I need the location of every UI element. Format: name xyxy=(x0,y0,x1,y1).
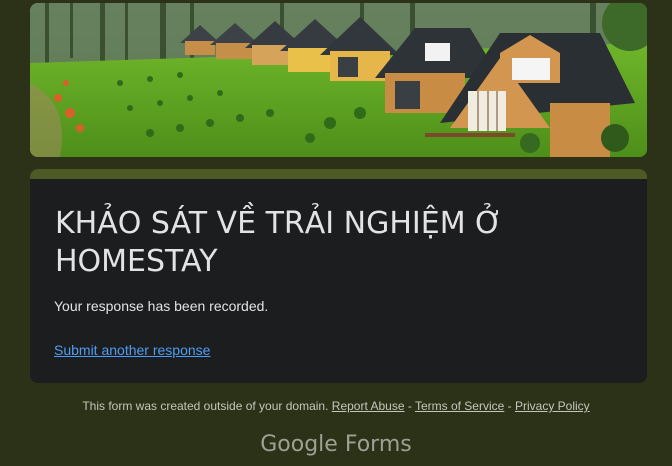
report-abuse-link[interactable]: Report Abuse xyxy=(332,399,405,413)
footer-note-text: This form was created outside of your do… xyxy=(82,399,329,413)
footer-separator: - xyxy=(404,399,415,413)
card-accent-bar xyxy=(30,169,647,179)
privacy-policy-link[interactable]: Privacy Policy xyxy=(515,399,590,413)
confirmation-message: Your response has been recorded. xyxy=(54,298,269,314)
footer-disclaimer: This form was created outside of your do… xyxy=(0,399,672,413)
header-banner-image xyxy=(30,3,647,157)
form-title: KHẢO SÁT VỀ TRẢI NGHIỆM Ở HOMESTAY xyxy=(55,206,503,279)
homestay-photo xyxy=(30,3,647,157)
google-forms-logo[interactable]: Google Forms xyxy=(0,432,672,457)
google-wordmark: Google xyxy=(260,432,338,457)
terms-of-service-link[interactable]: Terms of Service xyxy=(415,399,504,413)
confirmation-card: KHẢO SÁT VỀ TRẢI NGHIỆM Ở HOMESTAY Your … xyxy=(30,169,647,383)
footer-separator: - xyxy=(504,399,515,413)
form-page: KHẢO SÁT VỀ TRẢI NGHIỆM Ở HOMESTAY Your … xyxy=(0,0,672,466)
submit-another-response-link[interactable]: Submit another response xyxy=(54,342,210,358)
forms-wordmark: Forms xyxy=(344,432,412,457)
